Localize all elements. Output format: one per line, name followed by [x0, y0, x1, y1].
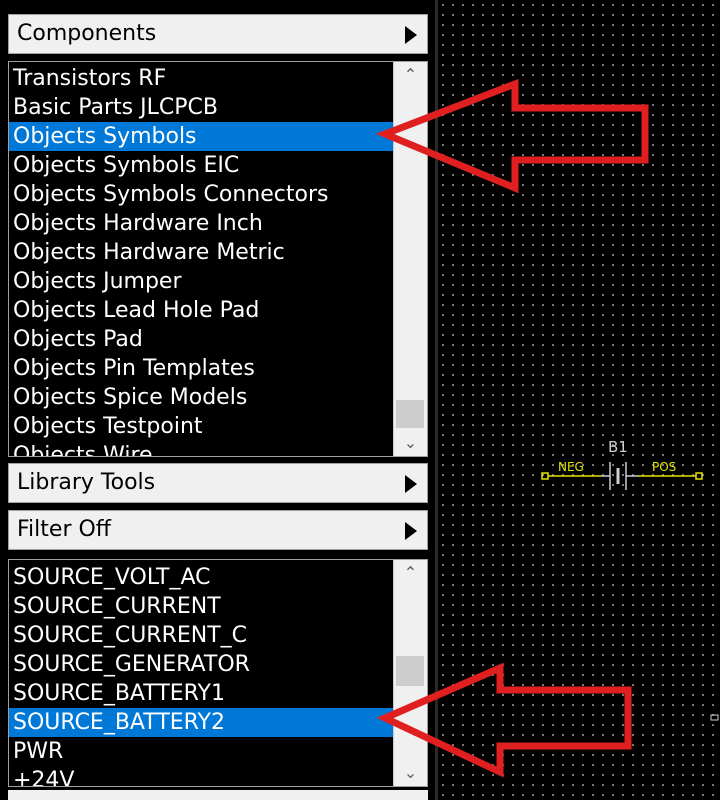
- list-item[interactable]: Objects Symbols Connectors: [9, 180, 393, 209]
- parts-scrollbar[interactable]: ⌃ ⌄: [393, 560, 427, 786]
- components-scrollbar[interactable]: ⌃ ⌄: [393, 62, 427, 456]
- pos-pin-label: POS: [652, 460, 676, 474]
- expand-arrow-icon[interactable]: [405, 522, 417, 540]
- list-item[interactable]: Objects Wire: [9, 441, 393, 456]
- library-tools-label: Library Tools: [17, 470, 156, 495]
- filter-header[interactable]: Filter Off: [8, 510, 428, 550]
- schematic-canvas[interactable]: B1 NEG POS: [438, 0, 720, 800]
- expand-arrow-icon[interactable]: [405, 26, 417, 44]
- offscreen-component-pin: [710, 714, 719, 721]
- bottom-header-edge: [8, 790, 428, 800]
- list-item[interactable]: Objects Lead Hole Pad: [9, 296, 393, 325]
- expand-arrow-icon[interactable]: [405, 475, 417, 493]
- scroll-thumb[interactable]: [396, 656, 424, 686]
- components-header-label: Components: [17, 21, 157, 46]
- list-item[interactable]: Objects Hardware Metric: [9, 238, 393, 267]
- pos-pin-end: [695, 472, 703, 480]
- library-tools-header[interactable]: Library Tools: [8, 463, 428, 503]
- neg-pin-end: [541, 472, 549, 480]
- list-item[interactable]: Objects Pad: [9, 325, 393, 354]
- components-list[interactable]: Transistors RF Basic Parts JLCPCB Object…: [8, 61, 428, 457]
- scroll-up-icon[interactable]: ⌃: [394, 64, 427, 86]
- scroll-down-icon[interactable]: ⌄: [394, 432, 427, 454]
- list-item[interactable]: PWR: [9, 737, 393, 766]
- list-item[interactable]: +24V: [9, 766, 393, 786]
- list-item[interactable]: Objects Pin Templates: [9, 354, 393, 383]
- scroll-down-icon[interactable]: ⌄: [394, 762, 427, 784]
- designator-label: B1: [608, 438, 628, 456]
- list-item-selected[interactable]: SOURCE_BATTERY2: [9, 708, 393, 737]
- list-item[interactable]: Objects Jumper: [9, 267, 393, 296]
- list-item[interactable]: SOURCE_BATTERY1: [9, 679, 393, 708]
- list-item-selected[interactable]: Objects Symbols: [9, 122, 393, 151]
- list-item[interactable]: Objects Symbols EIC: [9, 151, 393, 180]
- scroll-up-icon[interactable]: ⌃: [394, 562, 427, 584]
- parts-list[interactable]: SOURCE_VOLT_AC SOURCE_CURRENT SOURCE_CUR…: [8, 559, 428, 787]
- list-item[interactable]: SOURCE_VOLT_AC: [9, 563, 393, 592]
- scroll-thumb[interactable]: [396, 400, 424, 428]
- list-item[interactable]: SOURCE_GENERATOR: [9, 650, 393, 679]
- components-header[interactable]: Components: [8, 14, 428, 54]
- list-item[interactable]: SOURCE_CURRENT_C: [9, 621, 393, 650]
- list-item[interactable]: Objects Hardware Inch: [9, 209, 393, 238]
- list-item[interactable]: Transistors RF: [9, 64, 393, 93]
- neg-pin-label: NEG: [558, 460, 584, 474]
- list-item[interactable]: Basic Parts JLCPCB: [9, 93, 393, 122]
- list-item[interactable]: Objects Testpoint: [9, 412, 393, 441]
- schematic-drawing: B1 NEG POS: [541, 438, 719, 721]
- library-panel: Components Transistors RF Basic Parts JL…: [0, 0, 435, 800]
- list-item[interactable]: SOURCE_CURRENT: [9, 592, 393, 621]
- filter-label: Filter Off: [17, 517, 111, 542]
- list-item[interactable]: Objects Spice Models: [9, 383, 393, 412]
